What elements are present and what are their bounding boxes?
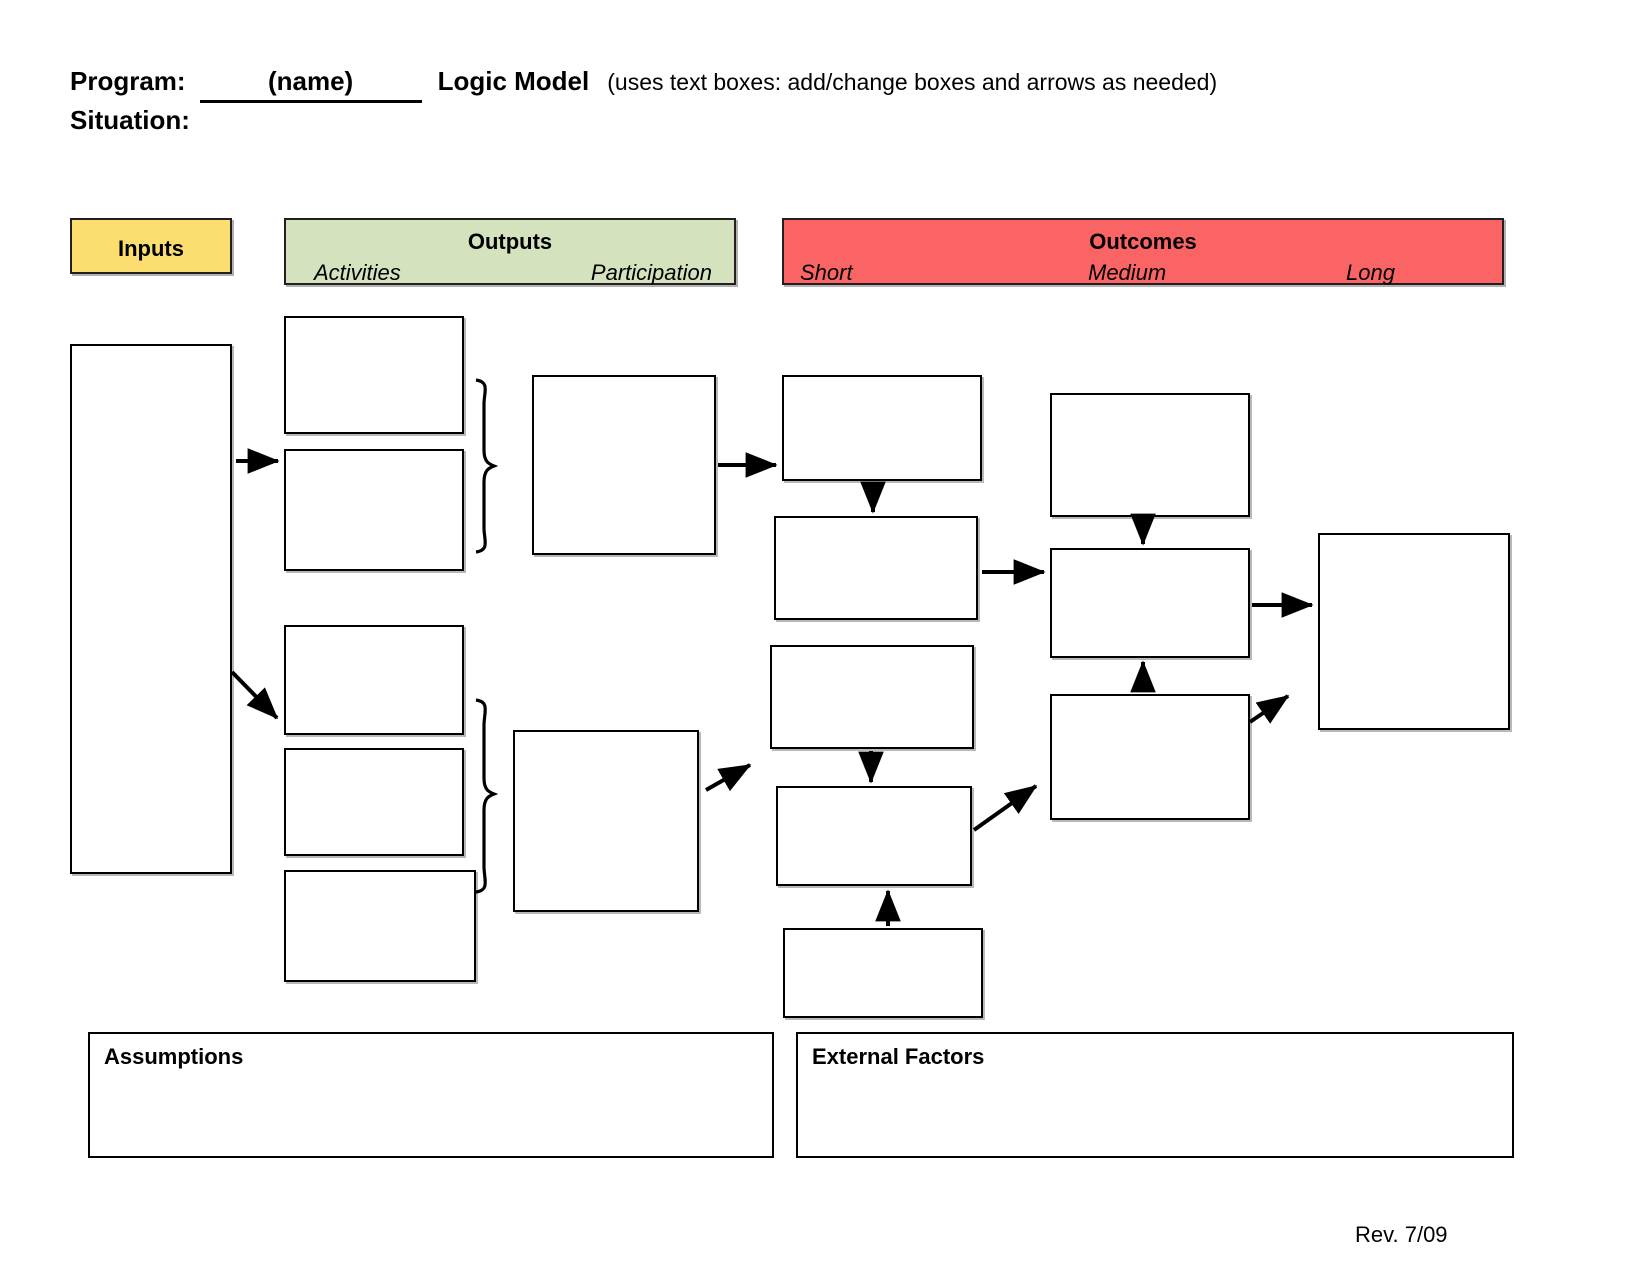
logic-model-page: Program: (name) Logic Model (uses text b… — [0, 0, 1650, 1275]
assumptions-panel[interactable]: Assumptions — [88, 1032, 774, 1158]
outputs-activities-label: Activities — [314, 260, 401, 285]
brace-activities-upper — [475, 378, 499, 554]
program-title-line: Program: (name) Logic Model (uses text b… — [70, 66, 1470, 103]
medium-outcome-box[interactable] — [1050, 393, 1250, 517]
arrow-short4-to-medium3 — [972, 784, 1038, 832]
situation-label: Situation: — [70, 104, 190, 135]
medium-outcome-box[interactable] — [1050, 548, 1250, 658]
short-outcome-box[interactable] — [770, 645, 974, 749]
long-outcome-box[interactable] — [1318, 533, 1510, 730]
activity-box[interactable] — [284, 870, 476, 982]
activity-box[interactable] — [284, 625, 464, 735]
brace-activities-lower — [475, 698, 499, 894]
column-header-inputs: Inputs — [70, 218, 232, 274]
instructions-note: (uses text boxes: add/change boxes and a… — [607, 69, 1218, 95]
page-header: Program: (name) Logic Model (uses text b… — [70, 66, 1470, 136]
logic-model-label: Logic Model — [437, 66, 590, 96]
outcomes-short-label: Short — [800, 260, 853, 285]
participation-box[interactable] — [532, 375, 716, 555]
arrow-participation2-to-short4 — [705, 763, 752, 792]
activity-box[interactable] — [284, 748, 464, 856]
input-box[interactable] — [70, 344, 232, 874]
arrow-inputs-to-activity-3 — [230, 670, 279, 720]
revision-label: Rev. 7/09 — [1355, 1222, 1448, 1247]
assumptions-title: Assumptions — [104, 1044, 244, 1069]
program-label: Program: — [70, 66, 186, 96]
external-factors-panel[interactable]: External Factors — [796, 1032, 1514, 1158]
arrow-medium3-to-long1 — [1248, 694, 1290, 724]
program-name-field[interactable]: (name) — [199, 66, 422, 103]
outcomes-title: Outcomes — [1089, 229, 1197, 254]
participation-box[interactable] — [513, 730, 699, 912]
column-header-outcomes: Outcomes Short Medium Long — [782, 218, 1504, 285]
activity-box[interactable] — [284, 449, 464, 571]
short-outcome-box[interactable] — [782, 375, 982, 481]
activity-box[interactable] — [284, 316, 464, 434]
short-outcome-box[interactable] — [776, 786, 972, 886]
outcomes-long-label: Long — [1346, 260, 1395, 285]
inputs-title: Inputs — [118, 236, 184, 261]
outputs-title: Outputs — [467, 229, 553, 254]
outputs-participation-label: Participation — [590, 260, 712, 285]
outcomes-medium-label: Medium — [1088, 260, 1167, 285]
short-outcome-box[interactable] — [774, 516, 978, 620]
external-factors-title: External Factors — [812, 1044, 985, 1069]
medium-outcome-box[interactable] — [1050, 694, 1250, 820]
column-header-outputs: Outputs Activities Participation — [284, 218, 736, 285]
short-outcome-box[interactable] — [783, 928, 983, 1018]
